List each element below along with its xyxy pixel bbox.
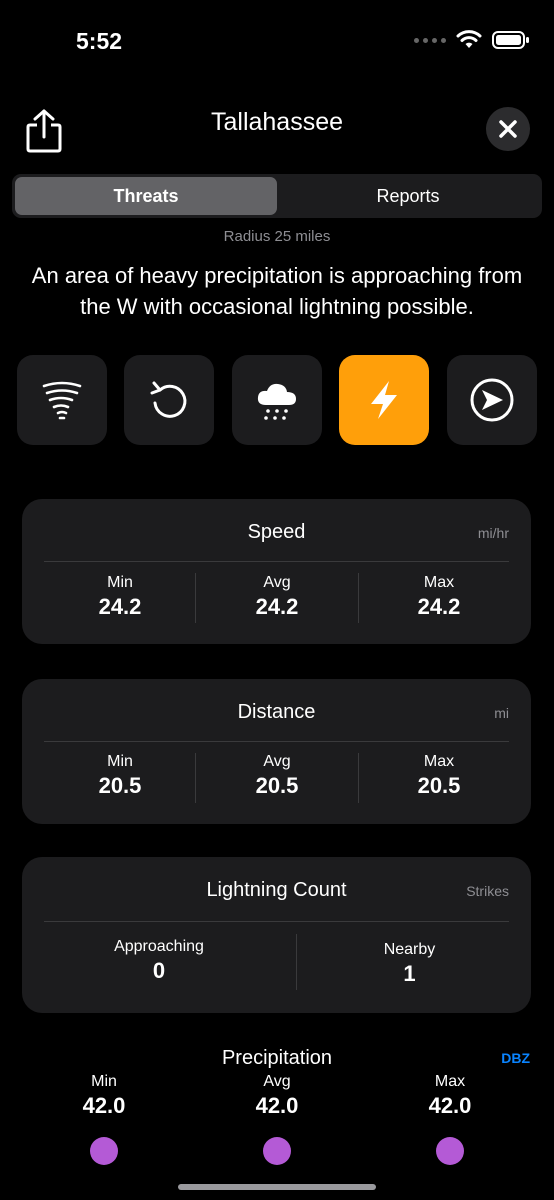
direction-icon xyxy=(470,378,514,422)
precipitation-max-indicator xyxy=(436,1137,464,1165)
speed-card: Speed mi/hr Min 24.2 Avg 24.2 Max 24.2 xyxy=(22,499,531,644)
threat-button-rain[interactable] xyxy=(232,355,322,445)
speed-title: Speed xyxy=(247,521,306,543)
threat-button-direction[interactable] xyxy=(447,355,537,445)
stat-value: 24.2 xyxy=(417,594,461,619)
page-title: Tallahassee xyxy=(210,108,344,136)
stat-label: Avg xyxy=(263,1073,291,1090)
precipitation-title: Precipitation xyxy=(221,1047,333,1069)
status-indicators xyxy=(414,30,530,50)
stat-value: 1 xyxy=(403,961,416,986)
stat-label: Avg xyxy=(263,753,291,770)
rain-icon xyxy=(257,383,296,420)
speed-max: Max 24.2 xyxy=(359,574,519,620)
precipitation-avg-indicator xyxy=(263,1137,291,1165)
distance-unit: mi xyxy=(494,705,509,721)
stat-label: Min xyxy=(107,574,133,591)
threat-button-tornado[interactable] xyxy=(17,355,107,445)
threat-button-lightning[interactable] xyxy=(339,355,429,445)
precipitation-min: Min 42.0 xyxy=(44,1073,164,1119)
tab-reports[interactable]: Reports xyxy=(277,177,539,215)
battery-icon xyxy=(492,31,529,49)
stat-value: 42.0 xyxy=(82,1093,126,1118)
stat-value: 24.2 xyxy=(98,594,142,619)
divider xyxy=(44,561,509,562)
stat-label: Min xyxy=(91,1073,117,1090)
stat-label: Nearby xyxy=(383,941,436,958)
radius-label: Radius 25 miles xyxy=(223,228,331,245)
tab-threats[interactable]: Threats xyxy=(15,177,277,215)
stat-value: 0 xyxy=(152,958,166,983)
precipitation-unit: DBZ xyxy=(501,1050,530,1066)
distance-min: Min 20.5 xyxy=(44,753,196,799)
precipitation-section: Precipitation DBZ Min 42.0 Avg 42.0 Max … xyxy=(0,1045,554,1165)
stat-value: 20.5 xyxy=(417,773,461,798)
status-bar: 5:52 xyxy=(0,0,554,80)
stat-value: 20.5 xyxy=(255,773,299,798)
stat-value: 20.5 xyxy=(98,773,142,798)
home-indicator[interactable] xyxy=(178,1184,376,1190)
stat-label: Avg xyxy=(263,574,291,591)
stat-label: Min xyxy=(107,753,133,770)
lightning-icon xyxy=(371,381,397,419)
stat-label: Max xyxy=(423,753,455,770)
divider xyxy=(44,741,509,742)
wifi-icon xyxy=(456,30,482,48)
distance-title: Distance xyxy=(237,701,316,723)
close-button[interactable] xyxy=(486,107,530,151)
threat-summary: An area of heavy precipitation is approa… xyxy=(31,263,523,319)
header: Tallahassee xyxy=(0,100,554,160)
rotation-icon xyxy=(150,381,187,418)
stat-value: 24.2 xyxy=(255,594,299,619)
distance-max: Max 20.5 xyxy=(359,753,519,799)
precipitation-min-indicator xyxy=(90,1137,118,1165)
threat-button-rotation[interactable] xyxy=(124,355,214,445)
stat-label: Max xyxy=(423,574,455,591)
lightning-unit: Strikes xyxy=(466,883,509,899)
status-time: 5:52 xyxy=(76,28,123,54)
lightning-nearby: Nearby 1 xyxy=(297,941,522,987)
speed-unit: mi/hr xyxy=(477,525,509,541)
divider xyxy=(44,921,509,922)
speed-min: Min 24.2 xyxy=(44,574,196,620)
distance-card: Distance mi Min 20.5 Avg 20.5 Max 20.5 xyxy=(22,679,531,824)
lightning-count-card: Lightning Count Strikes Approaching 0 Ne… xyxy=(22,857,531,1013)
precipitation-avg: Avg 42.0 xyxy=(217,1073,337,1119)
stat-value: 42.0 xyxy=(255,1093,299,1118)
distance-avg: Avg 20.5 xyxy=(196,753,358,799)
tornado-icon xyxy=(42,381,82,420)
stat-label: Max xyxy=(434,1073,466,1090)
tab-switcher: Threats Reports xyxy=(12,174,542,218)
speed-avg: Avg 24.2 xyxy=(196,574,358,620)
lightning-title: Lightning Count xyxy=(206,879,347,901)
close-icon xyxy=(499,120,517,138)
stat-value: 42.0 xyxy=(428,1093,472,1118)
signal-icon xyxy=(414,37,446,43)
lightning-approaching: Approaching 0 xyxy=(44,938,274,984)
precipitation-max: Max 42.0 xyxy=(390,1073,510,1119)
threat-type-selector xyxy=(17,355,537,445)
stat-label: Approaching xyxy=(114,938,204,955)
